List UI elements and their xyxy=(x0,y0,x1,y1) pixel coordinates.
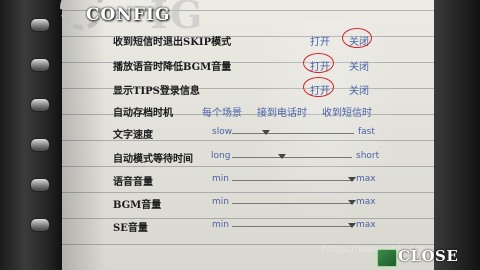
option-autosave-scene[interactable]: 每个场景 xyxy=(202,104,242,119)
option-label-bgm-duck: 播放语音时降低BGM音量 xyxy=(113,62,232,73)
selection-circle xyxy=(303,53,334,73)
binder-ring-icon xyxy=(30,138,50,152)
binder-ring-icon xyxy=(30,98,50,112)
slider-label-voice-volume: 语音音量 xyxy=(113,177,153,188)
page-title: CONFIG xyxy=(86,5,171,25)
option-label-tips: 显示TIPS登录信息 xyxy=(113,86,200,97)
slider-min-label: long xyxy=(211,151,231,161)
option-autosave-call[interactable]: 接到电话时 xyxy=(257,104,307,119)
slider-max-label: max xyxy=(356,174,376,184)
option-bgm-duck-off[interactable]: 关闭 xyxy=(349,58,369,73)
se-volume-slider-handle[interactable] xyxy=(348,223,356,228)
auto-wait-slider-handle[interactable] xyxy=(278,154,287,159)
binder-ring-icon xyxy=(30,218,50,232)
right-shadow xyxy=(434,0,480,270)
slider-label-bgm-volume: BGM音量 xyxy=(113,200,162,211)
notebook-binder xyxy=(0,0,62,270)
background-illustration xyxy=(250,20,400,230)
slider-label-se-volume: SE音量 xyxy=(113,223,148,234)
selection-circle xyxy=(342,28,372,48)
config-screen: IG CONFIG 收到短信时退出SKIP模式 打开 关闭 播放语音时降低BGM… xyxy=(0,0,480,270)
voice-volume-slider[interactable] xyxy=(232,180,352,181)
slider-min-label: slow xyxy=(212,127,233,137)
voice-volume-slider-handle[interactable] xyxy=(348,177,356,182)
slider-min-label: min xyxy=(212,174,229,184)
slider-max-label: max xyxy=(356,197,376,207)
text-speed-slider-handle[interactable] xyxy=(262,130,271,135)
slider-min-label: min xyxy=(212,197,229,207)
option-tips-off[interactable]: 关闭 xyxy=(349,82,369,97)
text-speed-slider[interactable] xyxy=(232,133,354,134)
slider-label-text-speed: 文字速度 xyxy=(113,130,153,141)
slider-label-auto-wait: 自动模式等待时间 xyxy=(113,154,193,165)
bgm-volume-slider[interactable] xyxy=(232,203,352,204)
close-button[interactable]: CLOSE xyxy=(398,247,458,265)
slider-min-label: min xyxy=(212,220,229,230)
option-skip-on[interactable]: 打开 xyxy=(310,33,330,48)
se-volume-slider[interactable] xyxy=(232,226,352,227)
option-label-skip: 收到短信时退出SKIP模式 xyxy=(113,37,232,48)
bgm-volume-slider-handle[interactable] xyxy=(348,200,356,205)
option-autosave-sms[interactable]: 收到短信时 xyxy=(322,104,372,119)
binder-ring-icon xyxy=(30,58,50,72)
binder-ring-icon xyxy=(30,178,50,192)
selection-circle xyxy=(303,77,334,97)
slider-max-label: fast xyxy=(358,127,375,137)
option-label-autosave: 自动存档时机 xyxy=(113,108,173,119)
close-icon[interactable] xyxy=(377,249,397,267)
slider-max-label: max xyxy=(356,220,376,230)
slider-max-label: short xyxy=(356,151,380,161)
binder-ring-icon xyxy=(30,18,50,32)
auto-wait-slider[interactable] xyxy=(232,157,352,158)
